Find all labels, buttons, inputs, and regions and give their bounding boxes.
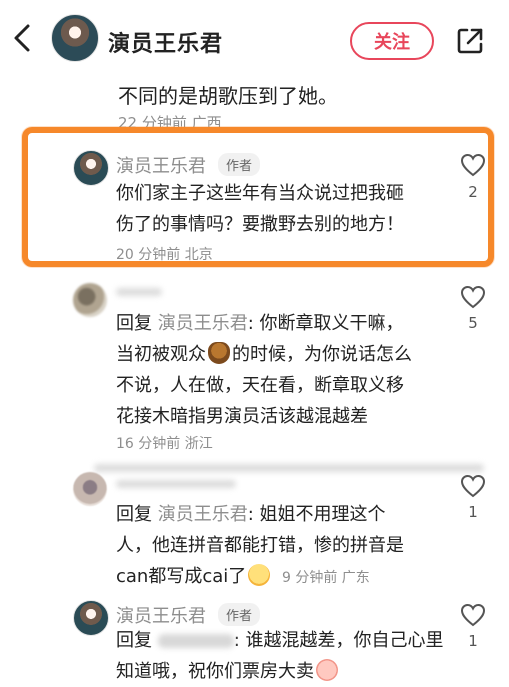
share-icon[interactable] — [455, 26, 485, 56]
like-count: 5 — [468, 314, 478, 332]
comment-line: 知道哦，祝你们票房大卖 — [116, 661, 314, 682]
comment-line: 的时候，为你说话怎么 — [232, 344, 412, 365]
previous-comment-text: 不同的是胡歌压到了她。 — [118, 84, 338, 108]
comment-line: : 你断章取义干嘛， — [247, 313, 404, 334]
comment-line: 不说，人在做，天在看，断章取义移 — [116, 375, 404, 396]
commenter-name-redacted — [116, 288, 162, 296]
page-header: 演员王乐君 关注 — [0, 0, 509, 78]
like-count: 1 — [468, 632, 478, 650]
like-heart-icon[interactable] — [460, 285, 486, 309]
horse-emoji-icon — [208, 342, 230, 364]
reply-prefix: 回复 — [116, 630, 152, 651]
comment-line: : 谁越混越差，你自己心里 — [233, 630, 444, 651]
comment-meta: 9 分钟前 广东 — [282, 570, 370, 586]
highlight-box — [22, 127, 494, 267]
pig-emoji-icon — [316, 659, 338, 681]
author-avatar[interactable] — [51, 14, 99, 62]
comment-text: 回复 演员王乐君: 你断章取义干嘛， 当初被观众 的时候，为你说话怎么 不说，人在… — [116, 308, 412, 432]
redacted-band — [94, 464, 484, 472]
reply-prefix: 回复 — [116, 504, 152, 525]
comment-text: 回复 : 谁越混越差，你自己心里 知道哦，祝你们票房大卖 — [116, 625, 444, 687]
commenter-avatar[interactable] — [73, 600, 109, 636]
like-heart-icon[interactable] — [460, 603, 486, 627]
author-badge: 作者 — [218, 603, 261, 626]
reply-to-name-redacted — [157, 634, 234, 648]
like-count: 1 — [468, 503, 478, 521]
crying-emoji-icon — [248, 564, 271, 586]
reply-to-name[interactable]: 演员王乐君 — [158, 313, 248, 334]
like-heart-icon[interactable] — [460, 474, 486, 498]
comment-line: : 姐姐不用理这个 — [247, 504, 386, 525]
comment-line: 花接木暗指男演员活该越混越差 — [116, 406, 368, 427]
comment-line: 当初被观众 — [116, 344, 206, 365]
comment-line: can都写成cai了 — [116, 566, 247, 587]
commenter-name-redacted — [116, 480, 236, 488]
author-name[interactable]: 演员王乐君 — [108, 26, 223, 58]
follow-button[interactable]: 关注 — [350, 22, 434, 60]
commenter-avatar[interactable] — [73, 472, 107, 506]
reply-prefix: 回复 — [116, 313, 152, 334]
back-arrow-icon[interactable] — [10, 22, 36, 54]
reply-to-name[interactable]: 演员王乐君 — [158, 504, 248, 525]
comment-text: 回复 演员王乐君: 姐姐不用理这个 人，他连拼音都能打错，惨的拼音是 can都写… — [116, 499, 404, 594]
comment-line: 人，他连拼音都能打错，惨的拼音是 — [116, 535, 404, 556]
comment-meta: 16 分钟前 浙江 — [116, 436, 213, 452]
commenter-avatar[interactable] — [73, 283, 107, 317]
